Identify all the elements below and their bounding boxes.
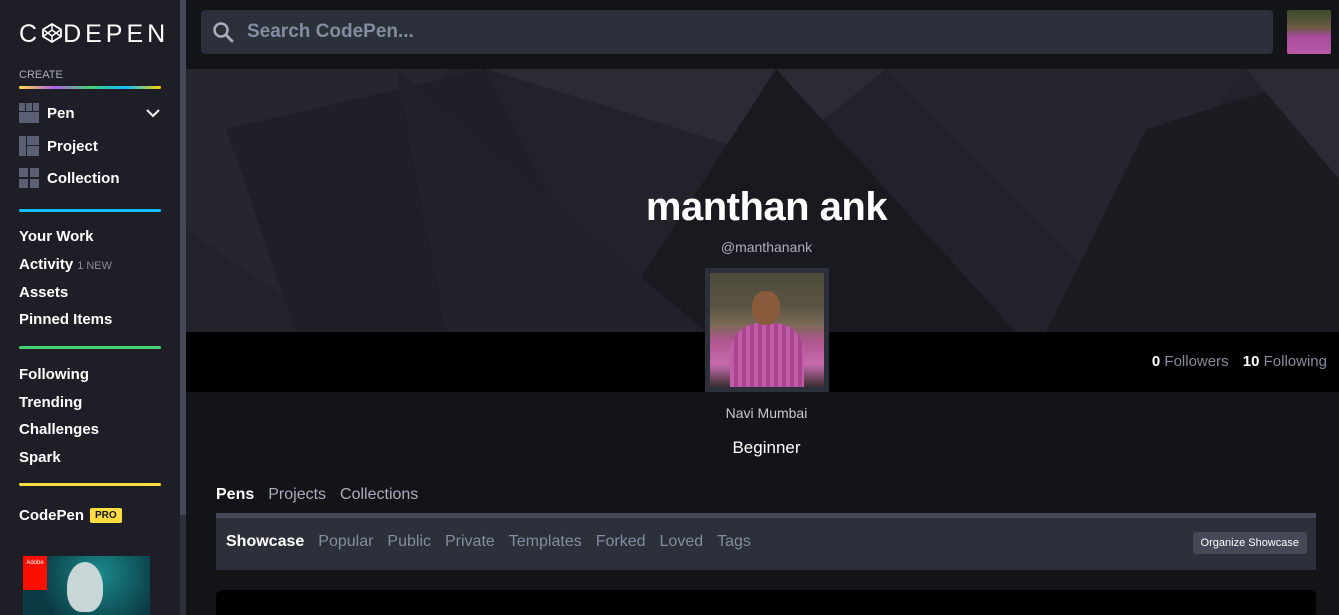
search-icon — [213, 22, 234, 43]
create-pen-label: Pen — [47, 104, 75, 122]
organize-showcase-button[interactable]: Organize Showcase — [1192, 532, 1307, 554]
sidebar-divider-yellow — [19, 483, 161, 486]
showcase-pen-card[interactable] — [216, 590, 1316, 615]
activity-new-badge: 1 NEW — [77, 260, 113, 272]
project-layout-icon — [19, 136, 39, 156]
profile-photo — [710, 273, 824, 387]
chevron-down-icon[interactable] — [145, 105, 161, 121]
adobe-logo-icon: Adobe — [23, 556, 47, 590]
profile-bio: Beginner — [732, 438, 801, 457]
sidebar-ad-banner[interactable]: Adobe — [23, 556, 150, 615]
create-label: CREATE — [19, 69, 63, 81]
profile-avatar — [705, 268, 829, 392]
profile-location: Navi Mumbai — [725, 405, 808, 421]
create-collection-label: Collection — [47, 169, 120, 187]
following-label: Following — [1263, 353, 1327, 370]
pens-filter-bar: Showcase Popular Public Private Template… — [216, 513, 1316, 570]
sidebar-item-assets[interactable]: Assets — [19, 284, 68, 301]
create-pen-button[interactable]: Pen — [19, 103, 75, 123]
sidebar-divider-green — [19, 346, 161, 349]
followers-count: 0 — [1151, 353, 1161, 370]
profile-name: manthan ank — [645, 185, 888, 229]
ad-image — [67, 562, 103, 612]
sidebar-item-challenges[interactable]: Challenges — [19, 421, 99, 438]
followers-link[interactable]: 0 Followers — [1152, 353, 1229, 370]
search-bar[interactable] — [201, 10, 1273, 54]
create-collection-button[interactable]: Collection — [19, 168, 120, 188]
sidebar-item-spark[interactable]: Spark — [19, 449, 61, 466]
sidebar-item-activity-label: Activity — [19, 256, 74, 273]
subtab-forked[interactable]: Forked — [596, 533, 646, 551]
top-bar — [186, 0, 1339, 69]
tab-pens[interactable]: Pens — [216, 486, 254, 504]
sidebar-item-trending[interactable]: Trending — [19, 394, 82, 411]
followers-label: Followers — [1164, 353, 1229, 370]
following-count: 10 — [1242, 353, 1260, 370]
codepen-hex-icon — [42, 22, 62, 43]
subtab-tags[interactable]: Tags — [717, 533, 751, 551]
codepen-logo[interactable]: C DEPEN — [19, 20, 169, 49]
sidebar-item-pinned-items[interactable]: Pinned Items — [19, 311, 112, 328]
subtab-private[interactable]: Private — [445, 533, 495, 551]
subtab-showcase[interactable]: Showcase — [226, 533, 304, 551]
sidebar-item-codepen-pro[interactable]: CodePen PRO — [19, 507, 122, 524]
user-avatar-button[interactable] — [1287, 10, 1331, 54]
create-divider — [19, 86, 161, 89]
create-project-button[interactable]: Project — [19, 136, 98, 156]
subtab-public[interactable]: Public — [387, 533, 431, 551]
subtab-popular[interactable]: Popular — [318, 533, 373, 551]
profile-handle: @manthanank — [720, 239, 813, 255]
tab-collections[interactable]: Collections — [340, 486, 418, 504]
sidebar-item-activity[interactable]: Activity 1 NEW — [19, 256, 112, 273]
sidebar: C DEPEN CREATE Pen Project Collection You… — [0, 0, 180, 615]
search-input[interactable] — [247, 21, 1147, 43]
following-link[interactable]: 10 Following — [1243, 353, 1327, 370]
collection-grid-icon — [19, 168, 39, 188]
pen-grid-icon — [19, 103, 39, 123]
follow-stats: 0 Followers 10 Following — [1152, 353, 1327, 370]
sidebar-divider-blue — [19, 209, 161, 212]
ad-brand-label: Adobe — [26, 560, 44, 566]
pro-badge: PRO — [90, 508, 122, 523]
sidebar-item-following[interactable]: Following — [19, 366, 89, 383]
create-project-label: Project — [47, 137, 98, 155]
content-tabs: Pens Projects Collections — [216, 486, 432, 504]
codepen-label: CodePen — [19, 507, 85, 524]
subtab-loved[interactable]: Loved — [660, 533, 704, 551]
sidebar-item-your-work[interactable]: Your Work — [19, 228, 93, 245]
pens-filter-tabs: Showcase Popular Public Private Template… — [226, 533, 765, 551]
tab-projects[interactable]: Projects — [268, 486, 326, 504]
subtab-templates[interactable]: Templates — [509, 533, 582, 551]
